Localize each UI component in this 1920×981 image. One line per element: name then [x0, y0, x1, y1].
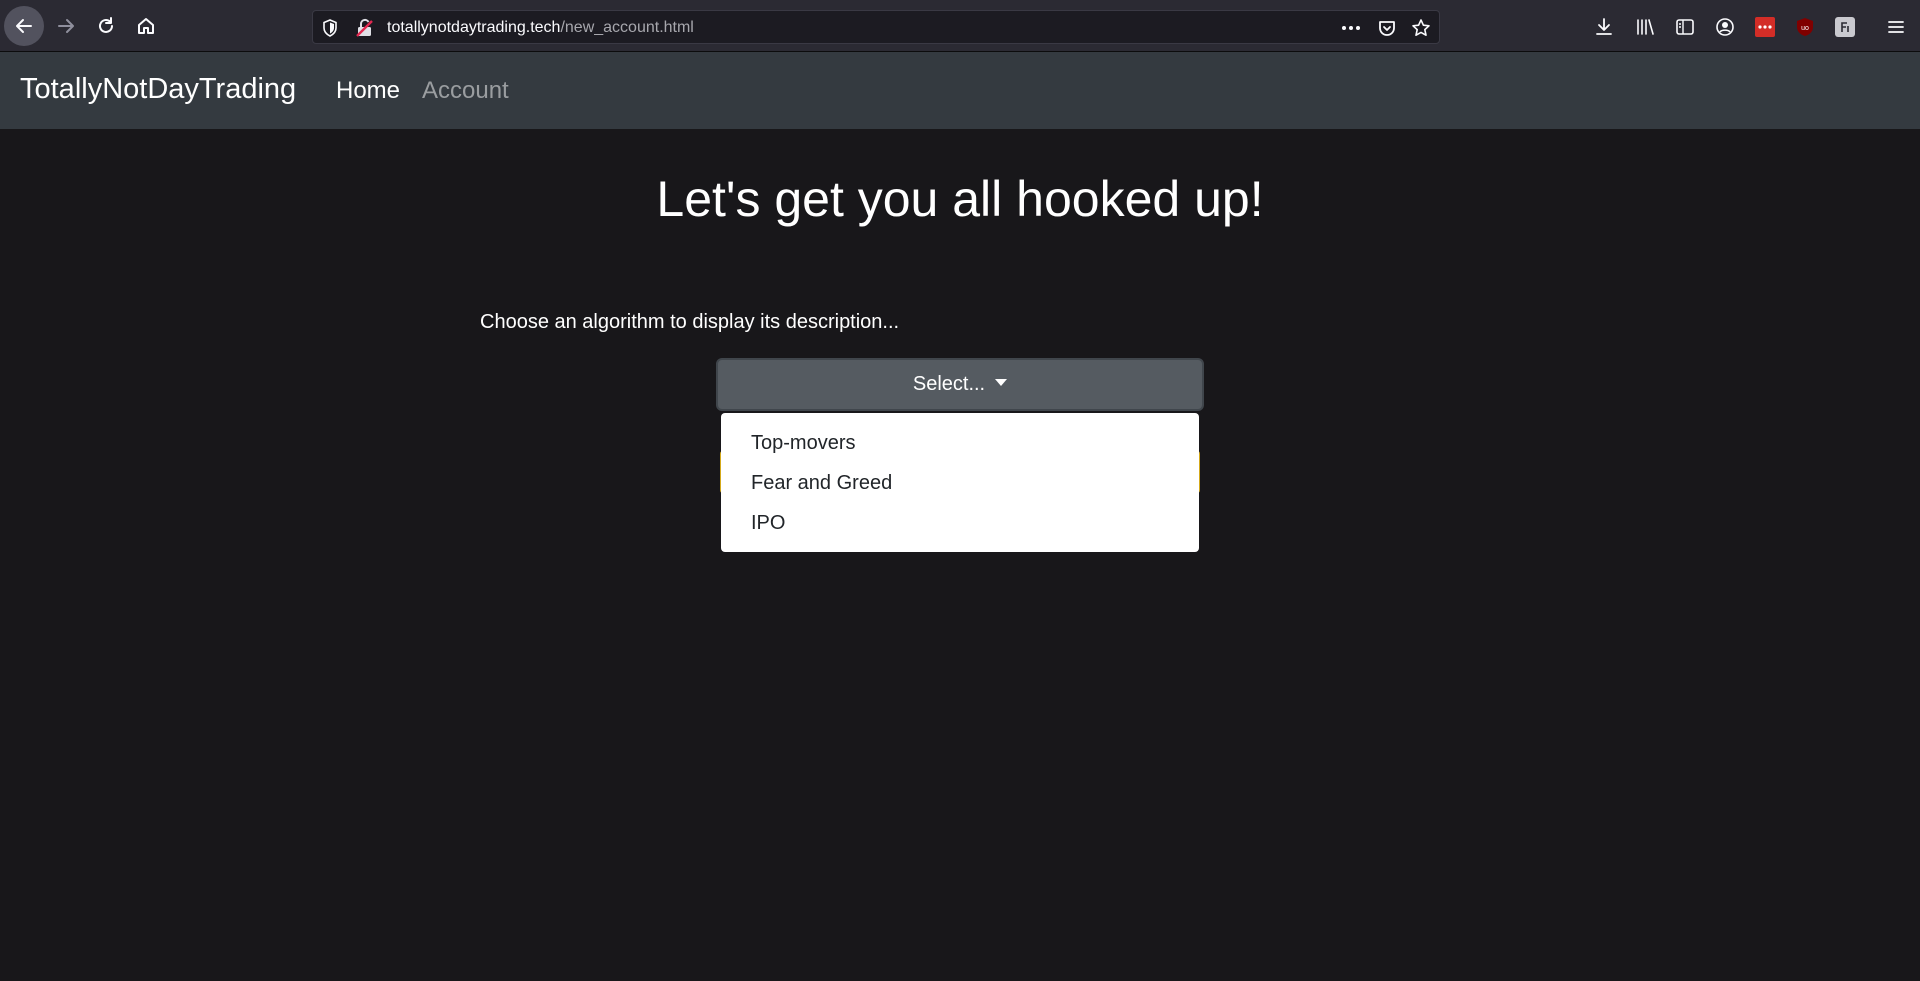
more-icon[interactable]	[1341, 18, 1361, 38]
url-text[interactable]: totallynotdaytrading.tech/new_account.ht…	[387, 19, 694, 37]
pocket-icon[interactable]	[1377, 18, 1397, 38]
extension-icon[interactable]	[1834, 16, 1856, 38]
nav-link-home[interactable]: Home	[336, 77, 400, 105]
library-icon[interactable]	[1634, 16, 1656, 38]
url-domain: totallynotdaytrading.tech	[387, 19, 561, 36]
svg-text:uo: uo	[1801, 25, 1809, 32]
site-navbar: TotallyNotDayTrading Home Account	[0, 52, 1920, 129]
dropdown-item-ipo[interactable]: IPO	[721, 503, 1199, 543]
lock-icon[interactable]	[355, 18, 375, 43]
lastpass-icon[interactable]	[1754, 16, 1776, 38]
forward-icon	[58, 19, 74, 33]
caret-down-icon	[995, 379, 1008, 386]
url-bar[interactable]: totallynotdaytrading.tech/new_account.ht…	[312, 10, 1440, 44]
download-icon[interactable]	[1593, 16, 1615, 38]
algorithm-dropdown-menu: Top-movers Fear and Greed IPO	[721, 413, 1199, 552]
reload-button[interactable]	[86, 6, 126, 46]
nav-link-account[interactable]: Account	[422, 77, 509, 105]
back-icon	[16, 19, 32, 33]
menu-icon[interactable]	[1885, 16, 1907, 38]
select-label: Select...	[912, 373, 986, 395]
algorithm-select-button[interactable]: Select...	[716, 358, 1204, 411]
brand-link[interactable]: TotallyNotDayTrading	[20, 73, 296, 106]
account-icon[interactable]	[1714, 16, 1736, 38]
url-path: /new_account.html	[560, 19, 694, 36]
dropdown-item-fear-and-greed[interactable]: Fear and Greed	[721, 463, 1199, 503]
instruction-text: Choose an algorithm to display its descr…	[480, 311, 900, 333]
reload-icon	[99, 17, 113, 33]
forward-button[interactable]	[46, 6, 86, 46]
sidebar-icon[interactable]	[1674, 16, 1696, 38]
back-button[interactable]	[4, 6, 44, 46]
home-icon	[138, 18, 154, 34]
home-button[interactable]	[126, 6, 166, 46]
dropdown-item-top-movers[interactable]: Top-movers	[721, 423, 1199, 463]
browser-toolbar: totallynotdaytrading.tech/new_account.ht…	[0, 0, 1920, 52]
ublock-icon[interactable]: uo	[1794, 16, 1816, 38]
page-title: Let's get you all hooked up!	[656, 171, 1264, 227]
star-icon[interactable]	[1411, 18, 1431, 38]
shield-icon[interactable]	[321, 18, 339, 43]
